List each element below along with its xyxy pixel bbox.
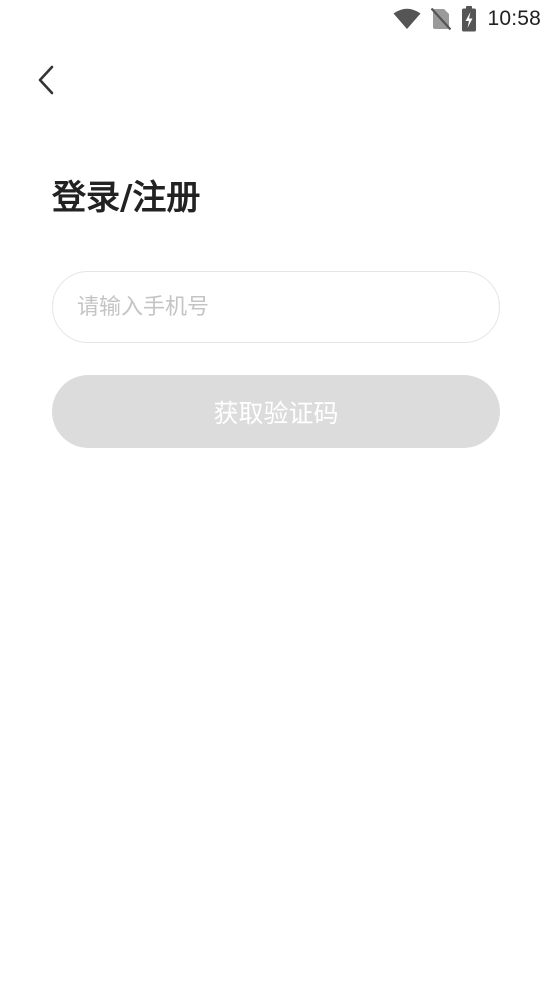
no-sim-icon — [431, 7, 452, 31]
chevron-left-icon — [38, 65, 54, 95]
phone-number-input[interactable] — [53, 272, 499, 342]
get-verification-code-button[interactable]: 获取验证码 — [52, 375, 500, 448]
wifi-icon — [393, 8, 421, 30]
phone-input-container — [52, 271, 500, 343]
battery-charging-icon — [461, 6, 477, 32]
back-button[interactable] — [24, 58, 68, 102]
page-title: 登录/注册 — [52, 178, 201, 218]
status-bar: 10:58 — [0, 0, 553, 38]
status-time: 10:58 — [487, 7, 541, 30]
status-icons: 10:58 — [393, 6, 541, 32]
login-screen: 10:58 登录/注册 获取验证码 — [0, 0, 553, 983]
